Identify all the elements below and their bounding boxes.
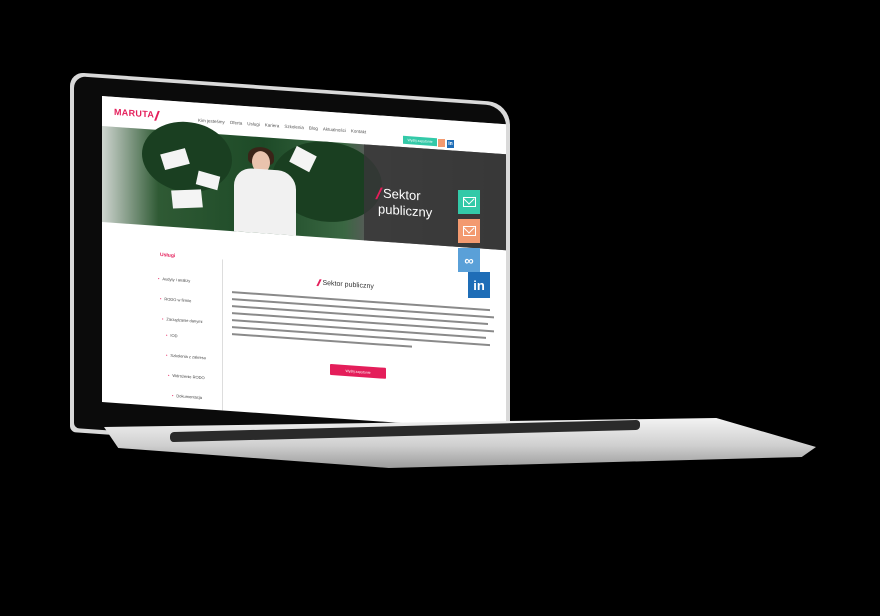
sidebar-divider — [222, 259, 223, 420]
request-button[interactable]: Wyślij zapytanie — [330, 363, 386, 379]
nav-item[interactable]: Szkolenia — [284, 124, 304, 130]
sidebar-item[interactable]: Dokumentacja — [172, 393, 202, 400]
sidebar-title: Usługi — [160, 252, 176, 260]
laptop-mockup: MARUTA Kim jesteśmy Oferta Usługi Karier… — [0, 0, 880, 616]
envelope-icon — [462, 226, 476, 236]
sidebar-item[interactable]: Szkolenia z zakresu — [166, 352, 206, 360]
nav-item[interactable]: Kariera — [265, 122, 280, 128]
content-mark-icon — [316, 279, 322, 287]
hero-person-body — [234, 167, 296, 236]
nav-item[interactable]: Kontakt — [351, 128, 366, 134]
laptop-screen: MARUTA Kim jesteśmy Oferta Usługi Karier… — [102, 96, 506, 431]
linkedin-icon[interactable]: in — [447, 140, 454, 148]
content-text-line — [232, 333, 412, 348]
nav-item[interactable]: Aktualności — [323, 126, 346, 133]
hero-paper — [171, 189, 203, 209]
nav-item[interactable]: Oferta — [230, 120, 243, 126]
sidebar-item[interactable]: Wdrożenie RODO — [168, 373, 204, 380]
sidebar-item[interactable]: Zarządzanie danymi — [162, 316, 202, 325]
content-title-text: Sektor publiczny — [322, 279, 374, 291]
sidebar-item[interactable]: RODO w firmie — [160, 296, 191, 303]
nav-item[interactable]: Usługi — [247, 121, 260, 127]
sidebar-item[interactable]: IOD — [166, 332, 177, 338]
content-title: Sektor publiczny — [316, 279, 374, 291]
linkedin-icon[interactable]: in — [468, 272, 490, 298]
link-icon[interactable]: ∞ — [458, 248, 480, 272]
hero-title: Sektor publiczny — [375, 185, 433, 221]
logo-text: MARUTA — [114, 106, 155, 120]
nav-item[interactable]: Blog — [309, 125, 318, 131]
newsletter-icon[interactable] — [458, 219, 480, 243]
google-plus-icon[interactable] — [438, 139, 445, 147]
envelope-icon — [462, 197, 476, 207]
site-logo[interactable]: MARUTA — [114, 106, 160, 121]
mail-icon[interactable] — [458, 190, 480, 214]
nav-item[interactable]: Kim jesteśmy — [198, 118, 225, 125]
logo-mark-icon — [154, 110, 160, 121]
sidebar-item[interactable]: Audyty i analizy — [158, 276, 190, 283]
main-nav: Kim jesteśmy Oferta Usługi Kariera Szkol… — [198, 118, 366, 135]
hero-title-line2: publiczny — [378, 201, 433, 221]
hero-title-line1: Sektor — [383, 185, 421, 204]
